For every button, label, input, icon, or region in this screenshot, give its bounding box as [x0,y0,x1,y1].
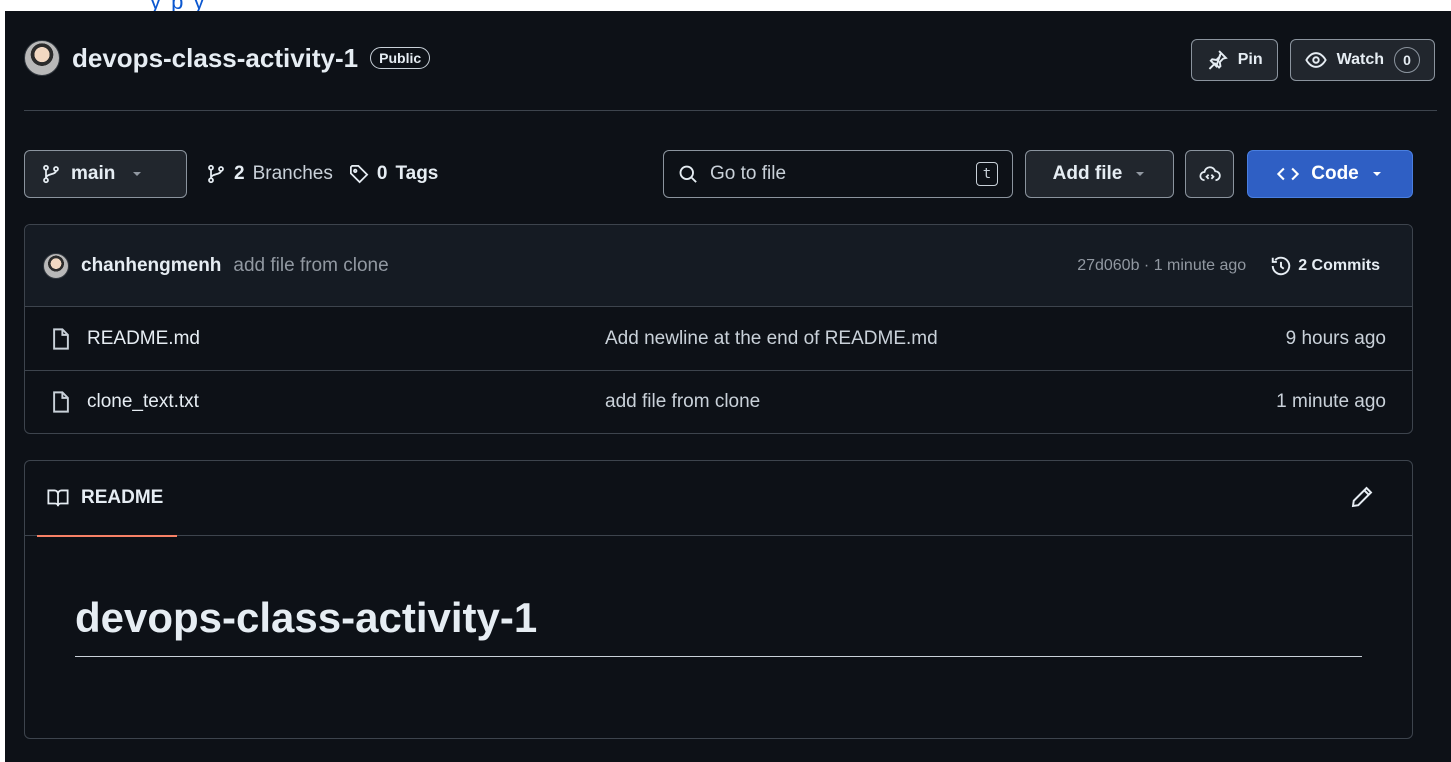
commit-author[interactable]: chanhengmenh [81,255,221,277]
file-toolbar: main 2 Branches 0 Tags Go to file t Add … [24,150,1413,198]
add-file-button[interactable]: Add file [1025,150,1174,198]
tags-count: 0 [376,163,388,184]
code-button[interactable]: Code [1247,150,1413,198]
header-actions: Pin Watch 0 [1190,39,1435,81]
pin-label: Pin [1237,51,1263,68]
readme-body: devops-class-activity-1 [25,536,1412,657]
watch-count: 0 [1394,47,1420,73]
branch-icon [41,164,61,184]
caret-down-icon [131,168,143,180]
tab-readme[interactable]: README [36,461,178,537]
file-commit-time: 1 minute ago [1276,391,1386,412]
file-commit-message[interactable]: Add newline at the end of README.md [605,328,1286,350]
repo-title[interactable]: devops-class-activity-1 [72,43,358,74]
watch-label: Watch [1336,51,1384,68]
readme-tabs: README [25,461,1412,537]
branch-icon [206,164,226,184]
commit-message[interactable]: add file from clone [233,255,388,277]
branch-selector[interactable]: main [24,150,187,198]
commits-link[interactable]: 2 Commits [1270,255,1380,277]
commit-sha-time[interactable]: 27d060b · 1 minute ago [1077,257,1246,275]
repo-header: devops-class-activity-1 Public [24,40,431,76]
commits-label: 2 Commits [1298,256,1380,274]
search-icon [678,164,698,184]
pin-icon [1206,49,1228,71]
eye-icon [1304,49,1327,71]
pin-button[interactable]: Pin [1190,39,1278,81]
browser-top-strip: y p y [0,0,1451,11]
tags-link[interactable]: 0 Tags [349,163,439,185]
go-to-file-input[interactable]: Go to file t [663,150,1013,198]
pencil-icon[interactable] [1350,485,1374,509]
latest-commit-row: chanhengmenh add file from clone 27d060b… [25,225,1412,307]
add-file-label: Add file [1052,163,1123,184]
codespaces-icon [1198,163,1221,185]
file-icon [51,391,71,413]
branch-meta: 2 Branches 0 Tags [206,150,438,198]
file-icon [51,327,71,350]
readme-panel: README devops-class-activity-1 [24,460,1413,739]
readme-heading: devops-class-activity-1 [75,594,1362,657]
branches-link[interactable]: 2 Branches [206,163,333,185]
tag-icon [349,164,369,184]
search-shortcut-key: t [976,162,998,186]
search-placeholder: Go to file [710,163,787,184]
readme-tab-label: README [81,487,164,508]
tags-label: Tags [395,163,439,184]
history-icon [1270,255,1292,277]
left-edge [0,11,5,762]
header-divider [24,110,1437,111]
watch-button[interactable]: Watch 0 [1289,39,1435,81]
file-name[interactable]: clone_text.txt [87,391,199,413]
file-row[interactable]: README.md Add newline at the end of READ… [25,307,1412,370]
branch-name: main [71,163,116,184]
codespaces-button[interactable] [1185,150,1234,198]
branches-label: Branches [252,163,333,184]
code-label: Code [1311,163,1359,184]
visibility-badge: Public [370,47,431,69]
book-icon [47,488,69,508]
caret-down-icon [1371,168,1383,180]
file-name[interactable]: README.md [87,328,200,350]
cut-off-link[interactable]: y p y [150,0,206,11]
file-row[interactable]: clone_text.txt add file from clone 1 min… [25,370,1412,433]
owner-avatar[interactable] [24,40,60,76]
file-commit-message[interactable]: add file from clone [605,391,1276,413]
code-icon [1277,163,1300,185]
file-table: chanhengmenh add file from clone 27d060b… [24,224,1413,434]
caret-down-icon [1134,168,1146,180]
author-avatar[interactable] [43,252,69,279]
branches-count: 2 [234,163,245,184]
file-commit-time: 9 hours ago [1285,327,1386,349]
